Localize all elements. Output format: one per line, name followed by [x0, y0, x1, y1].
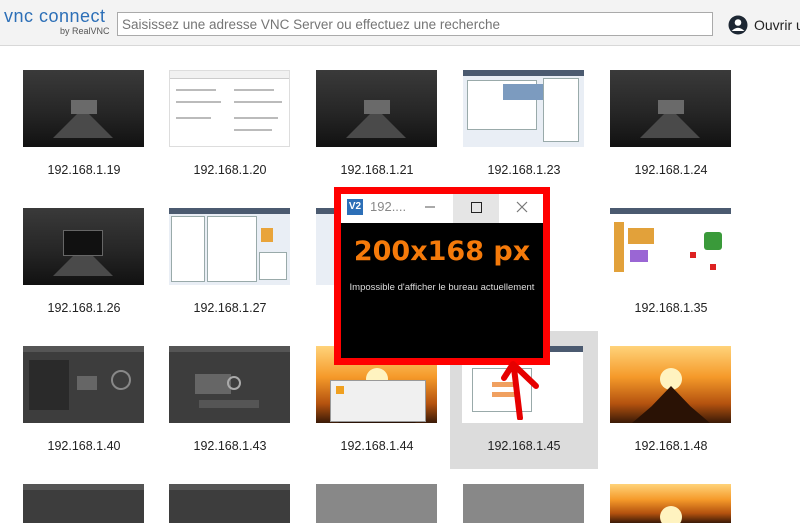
computer-thumbnail: [610, 346, 731, 423]
computer-tile[interactable]: 192.168.1.21: [295, 46, 443, 182]
computer-address: 192.168.1.26: [47, 301, 121, 315]
computer-tile[interactable]: [148, 460, 296, 523]
computer-thumbnail: [23, 346, 144, 423]
computer-address: 192.168.1.24: [634, 163, 708, 177]
user-icon: [728, 15, 748, 35]
computer-tile[interactable]: 192.168.1.20: [148, 46, 296, 182]
computer-thumbnail: [23, 208, 144, 285]
logo-subtext: by RealVNC: [60, 26, 110, 36]
computer-tile[interactable]: [295, 460, 443, 523]
computer-tile[interactable]: [2, 460, 150, 523]
sign-in-button[interactable]: Ouvrir une: [728, 13, 800, 37]
computer-address: 192.168.1.21: [340, 163, 414, 177]
computer-address: 192.168.1.45: [487, 439, 561, 453]
computer-address: 192.168.1.40: [47, 439, 121, 453]
vnc-app-icon: V2: [347, 199, 363, 215]
computer-address: 192.168.1.43: [193, 439, 267, 453]
computer-thumbnail: [23, 70, 144, 147]
computer-tile[interactable]: 192.168.1.24: [589, 46, 737, 182]
computer-tile[interactable]: 192.168.1.48: [589, 322, 737, 458]
maximize-icon: [471, 202, 482, 213]
window-title: 192....: [370, 199, 407, 214]
computer-tile[interactable]: 192.168.1.19: [2, 46, 150, 182]
computer-thumbnail: [23, 484, 144, 523]
computer-thumbnail: [169, 208, 290, 285]
computer-thumbnail: [316, 484, 437, 523]
window-titlebar[interactable]: V2 192....: [337, 190, 547, 223]
maximize-button[interactable]: [453, 190, 499, 223]
computer-thumbnail: [610, 484, 731, 523]
minimize-icon: [425, 206, 435, 208]
computer-tile[interactable]: 192.168.1.23: [442, 46, 590, 182]
computer-thumbnail: [169, 346, 290, 423]
computer-address: 192.168.1.44: [340, 439, 414, 453]
remote-desktop-view[interactable]: 200x168 px Impossible d'afficher le bure…: [337, 223, 547, 362]
computer-tile[interactable]: 192.168.1.27: [148, 184, 296, 320]
computer-address: 192.168.1.35: [634, 301, 708, 315]
computer-address: 192.168.1.27: [193, 301, 267, 315]
computer-tile[interactable]: [442, 460, 590, 523]
top-bar: vnc connect by RealVNC Ouvrir une: [0, 0, 800, 46]
computer-thumbnail: [463, 70, 584, 147]
computer-thumbnail: [463, 484, 584, 523]
computer-address: 192.168.1.23: [487, 163, 561, 177]
search-input[interactable]: [117, 12, 713, 36]
computer-address: 192.168.1.20: [193, 163, 267, 177]
unavailable-message: Impossible d'afficher le bureau actuelle…: [349, 282, 535, 293]
computer-tile[interactable]: 192.168.1.35: [589, 184, 737, 320]
annotation-arrow-icon: [501, 361, 539, 420]
sign-in-label: Ouvrir une: [754, 17, 800, 33]
window-size-annotation: 200x168 px: [353, 236, 531, 267]
vnc-viewer-window[interactable]: V2 192.... 200x168 px Impossible d'affic…: [337, 190, 547, 362]
computer-thumbnail: [169, 70, 290, 147]
vnc-connect-logo: vnc connect by RealVNC: [4, 6, 112, 40]
computer-address: 192.168.1.48: [634, 439, 708, 453]
close-icon: [516, 201, 528, 213]
computer-tile[interactable]: 192.168.1.26: [2, 184, 150, 320]
close-button[interactable]: [499, 190, 545, 223]
minimize-button[interactable]: [407, 190, 453, 223]
computer-address: 192.168.1.19: [47, 163, 121, 177]
computer-tile[interactable]: 192.168.1.40: [2, 322, 150, 458]
computer-thumbnail: [316, 70, 437, 147]
computer-thumbnail: [169, 484, 290, 523]
logo-text: vnc connect: [4, 6, 106, 26]
computer-tile[interactable]: [589, 460, 737, 523]
computer-thumbnail: [610, 70, 731, 147]
computer-thumbnail: [610, 208, 731, 285]
computer-tile[interactable]: 192.168.1.43: [148, 322, 296, 458]
